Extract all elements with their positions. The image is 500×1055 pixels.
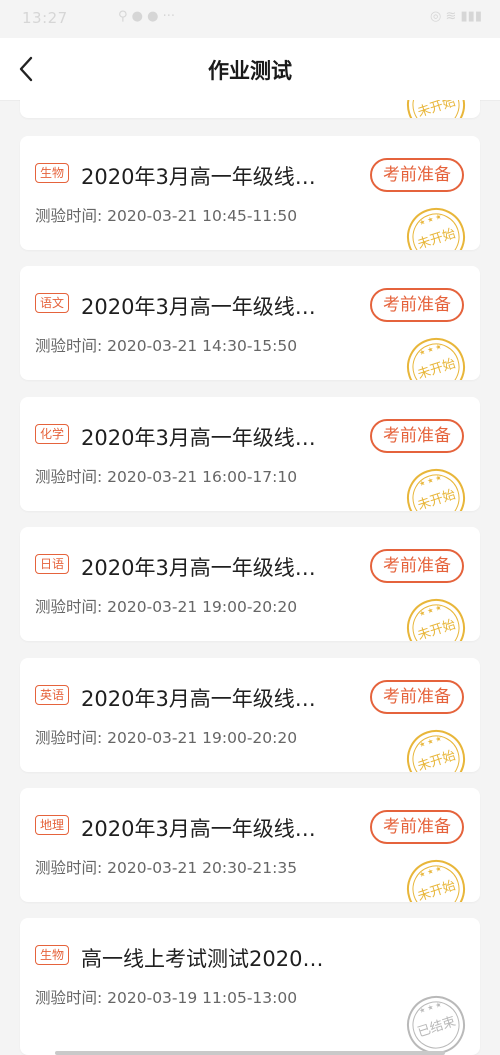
exam-prep-button[interactable]: 考前准备 — [370, 680, 464, 714]
exam-title: 2020年3月高一年级线… — [81, 687, 316, 711]
stamp-icon: 未开始 — [407, 100, 465, 118]
exam-title: 2020年3月高一年级线… — [81, 295, 316, 319]
exam-card[interactable]: 生物 高一线上考试测试2020… 测验时间: 2020-03-19 11:05-… — [20, 918, 480, 1055]
exam-card[interactable]: 语文 2020年3月高一年级线… 测验时间: 2020-03-21 14:30-… — [20, 266, 480, 380]
nav-bar: 作业测试 — [0, 38, 500, 101]
exam-title: 2020年3月高一年级线… — [81, 426, 316, 450]
stamp-icon: ★ ★ ★ 未开始 — [407, 860, 465, 902]
exam-list[interactable]: 未开始 生物 2020年3月高一年级线… 测验时间: 2020-03-21 10… — [0, 100, 500, 1055]
exam-card[interactable]: 化学 2020年3月高一年级线… 测验时间: 2020-03-21 16:00-… — [20, 397, 480, 511]
subject-tag: 语文 — [35, 293, 70, 313]
stamp-label: 未开始 — [416, 226, 458, 250]
exam-time: 测验时间: 2020-03-21 20:30-21:35 — [35, 859, 298, 877]
svg-text:★ ★ ★: ★ ★ ★ — [418, 212, 443, 227]
exam-prep-button[interactable]: 考前准备 — [370, 549, 464, 583]
exam-card[interactable]: 英语 2020年3月高一年级线… 测验时间: 2020-03-21 19:00-… — [20, 658, 480, 772]
subject-tag: 日语 — [35, 554, 70, 574]
home-indicator — [55, 1051, 445, 1055]
stamp-label: 已结束 — [416, 1014, 458, 1040]
exam-time: 测验时间: 2020-03-19 11:05-13:00 — [35, 989, 298, 1007]
stamp-icon: ★ ★ ★ 未开始 — [407, 208, 465, 250]
stamp-label: 未开始 — [416, 100, 458, 118]
exam-time: 测验时间: 2020-03-21 19:00-20:20 — [35, 729, 298, 747]
svg-text:★ ★ ★: ★ ★ ★ — [418, 603, 443, 618]
stamp-label: 未开始 — [416, 617, 458, 641]
exam-card[interactable]: 地理 2020年3月高一年级线… 测验时间: 2020-03-21 20:30-… — [20, 788, 480, 902]
svg-text:★ ★ ★: ★ ★ ★ — [418, 734, 443, 749]
exam-title: 2020年3月高一年级线… — [81, 817, 316, 841]
stamp-icon: ★ ★ ★ 未开始 — [407, 338, 465, 380]
subject-tag: 化学 — [35, 424, 70, 444]
exam-title: 2020年3月高一年级线… — [81, 165, 316, 189]
exam-prep-button[interactable]: 考前准备 — [370, 419, 464, 453]
exam-card-partial[interactable]: 未开始 — [20, 100, 480, 118]
stamp-icon: ★ ★ ★ 未开始 — [407, 469, 465, 511]
exam-card[interactable]: 日语 2020年3月高一年级线… 测验时间: 2020-03-21 19:00-… — [20, 527, 480, 641]
subject-tag: 生物 — [35, 945, 70, 965]
svg-text:★ ★ ★: ★ ★ ★ — [418, 342, 443, 357]
svg-text:★ ★ ★: ★ ★ ★ — [418, 1000, 443, 1015]
exam-prep-button[interactable]: 考前准备 — [370, 810, 464, 844]
subject-tag: 生物 — [35, 163, 70, 183]
stamp-icon: ★ ★ ★ 已结束 — [407, 996, 465, 1054]
svg-text:★ ★ ★: ★ ★ ★ — [418, 864, 443, 879]
stamp-label: 未开始 — [416, 878, 458, 902]
exam-time: 测验时间: 2020-03-21 19:00-20:20 — [35, 598, 298, 616]
exam-time: 测验时间: 2020-03-21 10:45-11:50 — [35, 207, 298, 225]
subject-tag: 地理 — [35, 815, 70, 835]
exam-time: 测验时间: 2020-03-21 16:00-17:10 — [35, 468, 298, 486]
exam-prep-button[interactable]: 考前准备 — [370, 158, 464, 192]
subject-tag: 英语 — [35, 685, 70, 705]
exam-card[interactable]: 生物 2020年3月高一年级线… 测验时间: 2020-03-21 10:45-… — [20, 136, 480, 250]
status-system-icons: ◎ ≋ ▮▮▮ — [430, 9, 482, 24]
exam-title: 2020年3月高一年级线… — [81, 556, 316, 580]
exam-prep-button[interactable]: 考前准备 — [370, 288, 464, 322]
stamp-label: 未开始 — [416, 748, 458, 772]
stamp-icon: ★ ★ ★ 未开始 — [407, 599, 465, 641]
stamp-label: 未开始 — [416, 487, 458, 511]
page-title: 作业测试 — [208, 59, 292, 83]
exam-title: 高一线上考试测试2020… — [81, 947, 324, 971]
svg-text:★ ★ ★: ★ ★ ★ — [418, 473, 443, 488]
stamp-icon: ★ ★ ★ 未开始 — [407, 730, 465, 772]
status-notification-icons: ⚲ ● ● ··· — [118, 9, 176, 24]
status-bar: 13:27 ⚲ ● ● ··· ◎ ≋ ▮▮▮ — [0, 0, 500, 38]
exam-time: 测验时间: 2020-03-21 14:30-15:50 — [35, 337, 298, 355]
stamp-label: 未开始 — [416, 356, 458, 380]
status-time: 13:27 — [22, 9, 68, 27]
